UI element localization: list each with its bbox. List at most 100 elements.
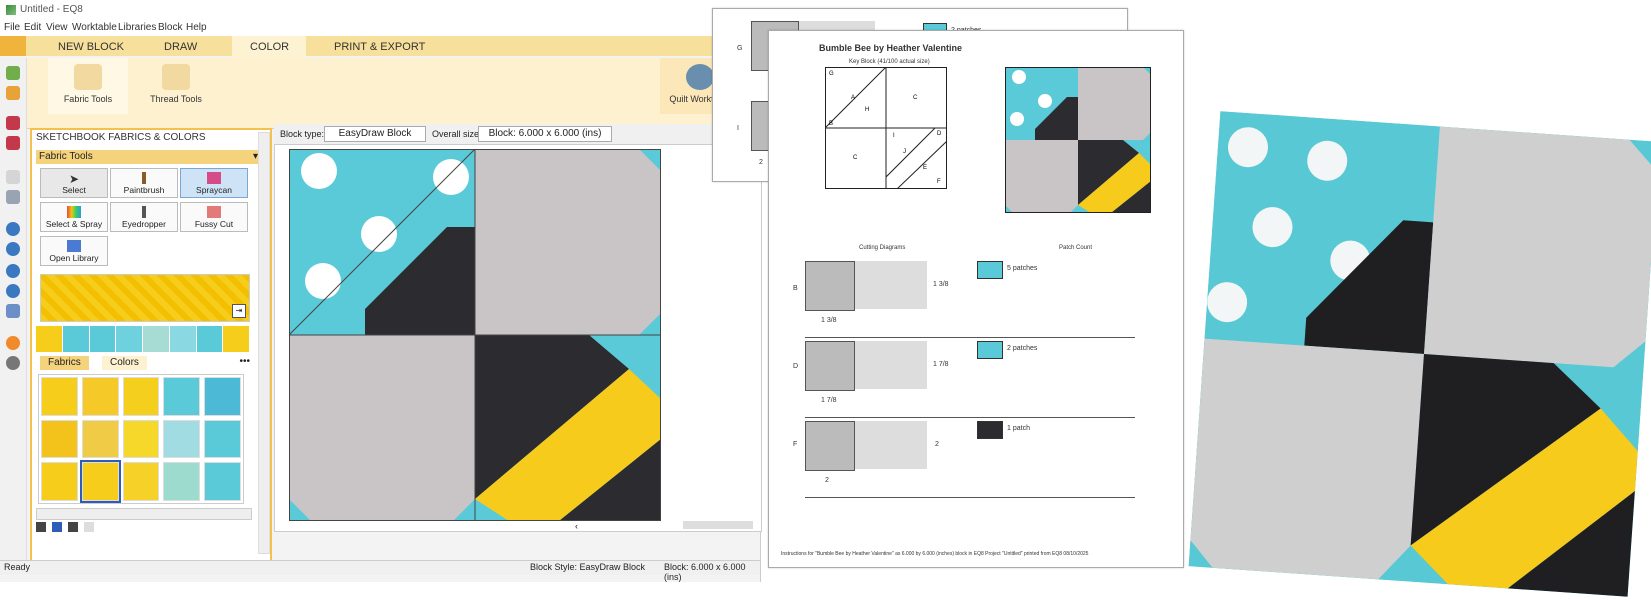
left-toolbar	[0, 58, 27, 564]
fabric-swatch[interactable]	[163, 462, 201, 501]
key-label-h: H	[865, 107, 869, 113]
panel-title: SKETCHBOOK FABRICS & COLORS	[36, 132, 206, 143]
tab-new-block[interactable]: NEW BLOCK	[58, 41, 124, 53]
fabric-swatch[interactable]	[41, 419, 78, 459]
recent-fabric[interactable]	[223, 326, 250, 352]
eyedropper-tool[interactable]: Eyedropper	[110, 202, 178, 232]
thread-tools-label: Thread Tools	[150, 94, 202, 104]
fabric-swatch[interactable]	[122, 377, 160, 416]
spraycan-tool-label: Spraycan	[196, 185, 232, 195]
photo-block-render	[1188, 111, 1651, 597]
fabric-swatch[interactable]	[163, 419, 201, 459]
fabric-swatch[interactable]	[204, 419, 241, 459]
fabric-grid	[38, 374, 244, 504]
title-bar: Untitled - EQ8	[0, 0, 760, 20]
vertical-scrollbar[interactable]	[258, 132, 270, 554]
recent-fabric[interactable]	[169, 326, 197, 352]
recent-fabric[interactable]	[62, 326, 90, 352]
patch-swatch-f	[977, 421, 1003, 439]
recent-fabric[interactable]	[196, 326, 224, 352]
fabric-tools-header[interactable]: Fabric Tools ▾	[36, 150, 264, 164]
menu-file[interactable]: File	[4, 22, 20, 33]
fabric-swatch[interactable]	[122, 462, 160, 501]
cut-letter: B	[793, 285, 798, 292]
key-label-d: D	[937, 131, 942, 137]
fabric-swatch[interactable]	[81, 377, 119, 416]
tab-fabrics[interactable]: Fabrics	[40, 356, 89, 370]
block-canvas-area: ‹	[274, 144, 762, 532]
home-icon[interactable]	[0, 36, 26, 56]
zoom-in-icon[interactable]	[6, 222, 20, 236]
xl-view-icon[interactable]	[84, 522, 94, 532]
patch-count-f: 1 patch	[1007, 425, 1030, 432]
paintbrush-icon	[142, 172, 146, 184]
paintbrush-tool-label: Paintbrush	[123, 185, 165, 195]
horizontal-scrollbar[interactable]	[36, 508, 252, 520]
recent-fabric[interactable]	[36, 326, 63, 352]
thread-tools-button[interactable]: Thread Tools	[136, 58, 216, 114]
key-label-g: G	[829, 71, 834, 77]
fabric-swatch[interactable]	[41, 377, 78, 416]
fabric-swatch[interactable]	[204, 377, 241, 416]
large-view-icon[interactable]	[68, 522, 78, 532]
help-icon[interactable]	[6, 336, 20, 350]
tab-colors[interactable]: Colors	[102, 356, 147, 370]
more-options-icon[interactable]: •••	[239, 356, 250, 367]
fussy-cut-tool[interactable]: Fussy Cut	[180, 202, 248, 232]
printout-title: Bumble Bee by Heather Valentine	[819, 43, 963, 53]
spraycan-tool[interactable]: Spraycan	[180, 168, 248, 198]
spraycan-icon	[207, 172, 221, 184]
recent-fabric[interactable]	[116, 326, 143, 352]
select-spray-tool[interactable]: Select & Spray	[40, 202, 108, 232]
undo-icon[interactable]	[6, 190, 20, 204]
scroll-left-icon[interactable]: ‹	[575, 521, 578, 531]
sketchbook-icon[interactable]	[6, 116, 20, 130]
menu-edit[interactable]: Edit	[24, 22, 41, 33]
medium-view-icon[interactable]	[52, 522, 62, 532]
zoom-actual-icon[interactable]	[6, 284, 20, 298]
new-project-icon[interactable]	[6, 66, 20, 80]
tab-print-export[interactable]: PRINT & EXPORT	[334, 41, 425, 53]
export-icon[interactable]: ⇥	[232, 304, 246, 318]
cut-rect-f	[855, 421, 927, 469]
fabric-tools-button[interactable]: Fabric Tools	[48, 58, 128, 114]
grey-patch-top-right[interactable]	[475, 149, 661, 335]
status-block-style: Block Style: EasyDraw Block	[530, 562, 646, 572]
menu-view[interactable]: View	[46, 22, 68, 33]
zoom-fit-icon[interactable]	[6, 264, 20, 278]
open-library-tool[interactable]: Open Library	[40, 236, 108, 266]
recent-fabric[interactable]	[143, 326, 170, 352]
fabric-swatch[interactable]	[41, 462, 78, 501]
paintbrush-tool[interactable]: Paintbrush	[110, 168, 178, 198]
select-tool[interactable]: ➤ Select	[40, 168, 108, 198]
fabric-swatch[interactable]	[79, 460, 121, 503]
grid-view-icon[interactable]	[6, 304, 20, 318]
quilt-block[interactable]	[289, 149, 661, 521]
key-label-f: F	[937, 179, 941, 185]
fabric-swatch[interactable]	[81, 419, 119, 459]
open-project-icon[interactable]	[6, 86, 20, 100]
settings-gear-icon[interactable]	[6, 356, 20, 370]
add-sketchbook-icon[interactable]	[6, 136, 20, 150]
recent-fabric[interactable]	[89, 326, 117, 352]
tab-draw[interactable]: DRAW	[164, 41, 197, 53]
zoom-out-icon[interactable]	[6, 242, 20, 256]
menu-block[interactable]: Block	[158, 22, 182, 33]
fabric-swatch[interactable]	[204, 462, 241, 501]
cut-row-b: B 1 3/8 1 3/8 5 patches	[793, 257, 1135, 338]
menu-libraries[interactable]: Libraries	[118, 22, 156, 33]
grey-patch-bottom-left[interactable]	[289, 335, 475, 521]
status-bar: Ready Block Style: EasyDraw Block Block:…	[0, 560, 760, 582]
menu-worktable[interactable]: Worktable	[72, 22, 117, 33]
cut-square-d	[805, 341, 855, 391]
horizontal-scrollbar-thumb[interactable]	[683, 521, 753, 529]
fabric-swatch[interactable]	[122, 419, 160, 459]
tab-color[interactable]: COLOR	[250, 41, 289, 53]
key-block-diagram: A H C C I J E D F B G	[825, 67, 947, 189]
polka-dot	[433, 159, 469, 195]
fabric-swatch[interactable]	[163, 377, 201, 416]
small-view-icon[interactable]	[36, 522, 46, 532]
menu-help[interactable]: Help	[186, 22, 207, 33]
back-size: 2	[759, 159, 763, 166]
pencil-icon[interactable]	[6, 170, 20, 184]
